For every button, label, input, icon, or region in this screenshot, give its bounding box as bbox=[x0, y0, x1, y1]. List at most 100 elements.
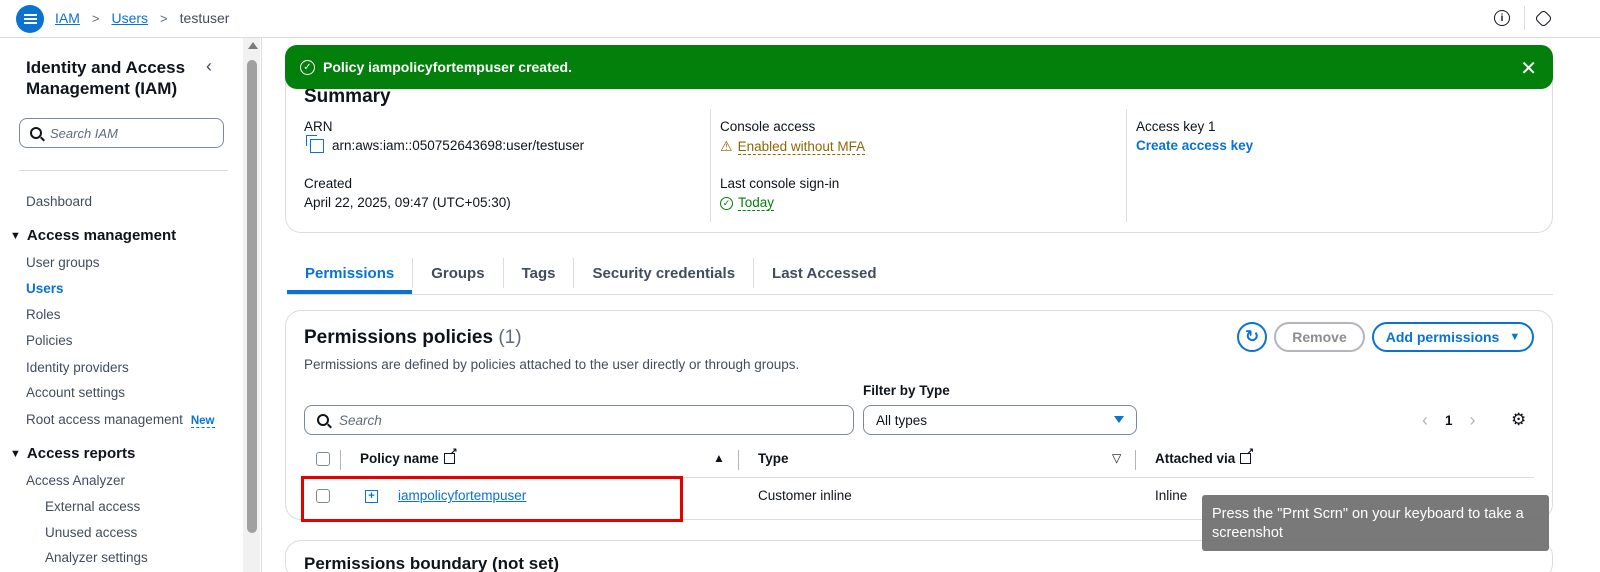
search-placeholder: Search bbox=[339, 412, 382, 428]
breadcrumb-users[interactable]: Users bbox=[111, 10, 148, 26]
sort-ascending-icon[interactable]: ▲ bbox=[713, 451, 725, 465]
column-header-type[interactable]: Type bbox=[758, 451, 789, 466]
sidebar-item-label: Root access management bbox=[26, 412, 183, 427]
last-signin-label: Last console sign-in bbox=[720, 176, 840, 191]
search-icon bbox=[317, 414, 329, 426]
warning-icon: ⚠ bbox=[720, 138, 733, 154]
column-header-policy-name[interactable]: Policy name bbox=[360, 447, 458, 466]
flash-message: Policy iampolicyfortempuser created. bbox=[323, 59, 572, 75]
sidebar-item-root-access[interactable]: Root access management New bbox=[26, 412, 215, 428]
sidebar-item-identity-providers[interactable]: Identity providers bbox=[26, 360, 129, 375]
remove-button[interactable]: Remove bbox=[1274, 322, 1365, 352]
pagination: ‹ 1 › bbox=[1422, 410, 1476, 431]
check-circle-icon: ✓ bbox=[300, 59, 315, 75]
create-access-key-link[interactable]: Create access key bbox=[1136, 138, 1253, 153]
breadcrumb-current: testuser bbox=[179, 10, 230, 26]
permissions-description: Permissions are defined by policies atta… bbox=[304, 357, 800, 372]
column-divider bbox=[340, 450, 341, 470]
add-permissions-button[interactable]: Add permissions ▼ bbox=[1372, 322, 1534, 352]
arn-value: arn:aws:iam::050752643698:user/testuser bbox=[306, 134, 585, 153]
new-badge: New bbox=[190, 415, 215, 428]
column-header-label: Attached via bbox=[1155, 451, 1236, 466]
gear-icon[interactable]: ⚙ bbox=[1511, 410, 1526, 430]
sidebar-item-roles[interactable]: Roles bbox=[26, 307, 61, 322]
console-access-value[interactable]: ⚠ Enabled without MFA bbox=[720, 138, 866, 155]
column-header-attached-via[interactable]: Attached via bbox=[1155, 447, 1254, 466]
sidebar-section-access-management[interactable]: ▼ Access management bbox=[10, 227, 176, 244]
sidebar-item-policies[interactable]: Policies bbox=[26, 333, 73, 348]
created-value: April 22, 2025, 09:47 (UTC+05:30) bbox=[304, 195, 511, 210]
chevron-right-icon: > bbox=[91, 10, 100, 26]
access-key-label: Access key 1 bbox=[1136, 119, 1216, 134]
sidebar-search-input[interactable]: Search IAM bbox=[19, 118, 224, 148]
scrollbar-thumb[interactable] bbox=[247, 60, 257, 533]
permissions-boundary-title[interactable]: Permissions boundary (not set) bbox=[304, 554, 559, 572]
policy-count: (1) bbox=[498, 327, 522, 348]
copy-icon[interactable] bbox=[306, 134, 324, 153]
tab-tags[interactable]: Tags bbox=[504, 258, 575, 288]
last-signin-value[interactable]: ✓ Today bbox=[720, 195, 775, 211]
column-divider bbox=[1135, 450, 1136, 470]
sidebar-item-users[interactable]: Users bbox=[26, 281, 64, 296]
tab-permissions[interactable]: Permissions bbox=[287, 258, 414, 294]
settings-shield-icon[interactable] bbox=[1534, 9, 1553, 28]
chevron-left-icon[interactable]: ‹ bbox=[1422, 410, 1428, 431]
select-all-checkbox[interactable] bbox=[316, 452, 330, 466]
divider bbox=[287, 294, 1553, 295]
policy-type-cell: Customer inline bbox=[758, 488, 852, 503]
column-divider bbox=[738, 450, 739, 470]
console-access-label: Console access bbox=[720, 119, 816, 134]
sidebar-search-placeholder: Search IAM bbox=[50, 125, 118, 141]
sort-icon[interactable]: ▽ bbox=[1112, 451, 1121, 465]
collapse-icon[interactable]: ‹ bbox=[206, 56, 212, 77]
sidebar-section-access-reports[interactable]: ▼ Access reports bbox=[10, 445, 135, 462]
close-icon[interactable]: ✕ bbox=[1520, 56, 1537, 81]
top-navigation-bar: IAM > Users > testuser i bbox=[0, 0, 1600, 38]
annotation-highlight-box bbox=[301, 476, 683, 522]
last-signin-text: Today bbox=[738, 195, 775, 211]
external-link-icon bbox=[1240, 447, 1254, 464]
refresh-button[interactable]: ↻ bbox=[1237, 322, 1267, 352]
sidebar-title: Identity and Access Management (IAM) bbox=[26, 58, 186, 98]
filter-type-select[interactable]: All types bbox=[863, 405, 1137, 435]
screenshot-tooltip: Press the "Prnt Scrn" on your keyboard t… bbox=[1202, 495, 1549, 551]
add-permissions-label: Add permissions bbox=[1385, 329, 1500, 345]
external-link-icon bbox=[443, 447, 458, 464]
caret-down-icon: ▼ bbox=[1509, 331, 1521, 343]
console-access-status: Enabled without MFA bbox=[737, 138, 866, 155]
arn-label: ARN bbox=[304, 119, 333, 134]
divider bbox=[1524, 6, 1525, 30]
policy-search-input[interactable]: Search bbox=[304, 405, 854, 435]
column-divider bbox=[1126, 109, 1127, 222]
sidebar-item-access-analyzer[interactable]: Access Analyzer bbox=[26, 473, 125, 488]
page-number[interactable]: 1 bbox=[1445, 413, 1453, 428]
sidebar-item-dashboard[interactable]: Dashboard bbox=[26, 194, 92, 209]
search-icon bbox=[30, 127, 42, 139]
sidebar-item-unused-access[interactable]: Unused access bbox=[45, 525, 137, 540]
sidebar-item-analyzer-settings[interactable]: Analyzer settings bbox=[45, 550, 148, 565]
column-divider bbox=[710, 109, 711, 222]
tab-security-credentials[interactable]: Security credentials bbox=[574, 258, 755, 288]
tab-bar: Permissions Groups Tags Security credent… bbox=[287, 258, 895, 294]
sidebar: Identity and Access Management (IAM) ‹ S… bbox=[0, 38, 262, 572]
scroll-up-arrow-icon[interactable] bbox=[248, 42, 258, 49]
success-flash-banner: ✓ Policy iampolicyfortempuser created. ✕ bbox=[285, 45, 1553, 89]
info-icon[interactable]: i bbox=[1494, 10, 1510, 26]
divider bbox=[19, 170, 228, 171]
sidebar-item-user-groups[interactable]: User groups bbox=[26, 255, 100, 270]
summary-title: Summary bbox=[304, 86, 391, 107]
sidebar-item-account-settings[interactable]: Account settings bbox=[26, 385, 125, 400]
chevron-right-icon[interactable]: › bbox=[1470, 410, 1476, 431]
tab-groups[interactable]: Groups bbox=[413, 258, 504, 288]
section-heading: Access management bbox=[26, 227, 177, 244]
sidebar-item-external-access[interactable]: External access bbox=[45, 499, 140, 514]
chevron-right-icon: > bbox=[160, 10, 168, 26]
caret-down-icon: ▼ bbox=[10, 447, 21, 460]
tab-last-accessed[interactable]: Last Accessed bbox=[754, 258, 895, 288]
arn-text: arn:aws:iam::050752643698:user/testuser bbox=[332, 138, 585, 153]
permissions-title-text: Permissions policies bbox=[304, 327, 494, 348]
section-heading: Access reports bbox=[26, 445, 136, 462]
attached-via-cell: Inline bbox=[1155, 488, 1188, 503]
breadcrumb-iam[interactable]: IAM bbox=[55, 10, 80, 26]
menu-icon[interactable] bbox=[16, 5, 44, 33]
